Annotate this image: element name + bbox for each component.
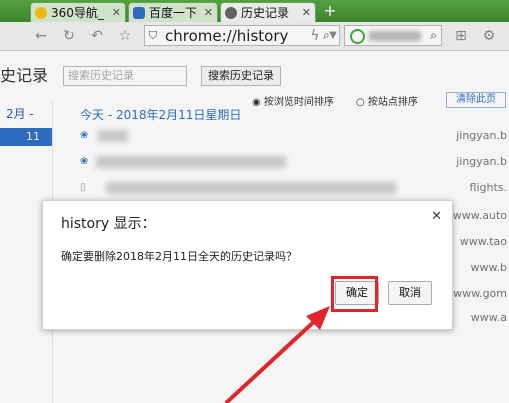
annotation-arrow (224, 306, 330, 403)
arrow-shaft (224, 316, 320, 403)
